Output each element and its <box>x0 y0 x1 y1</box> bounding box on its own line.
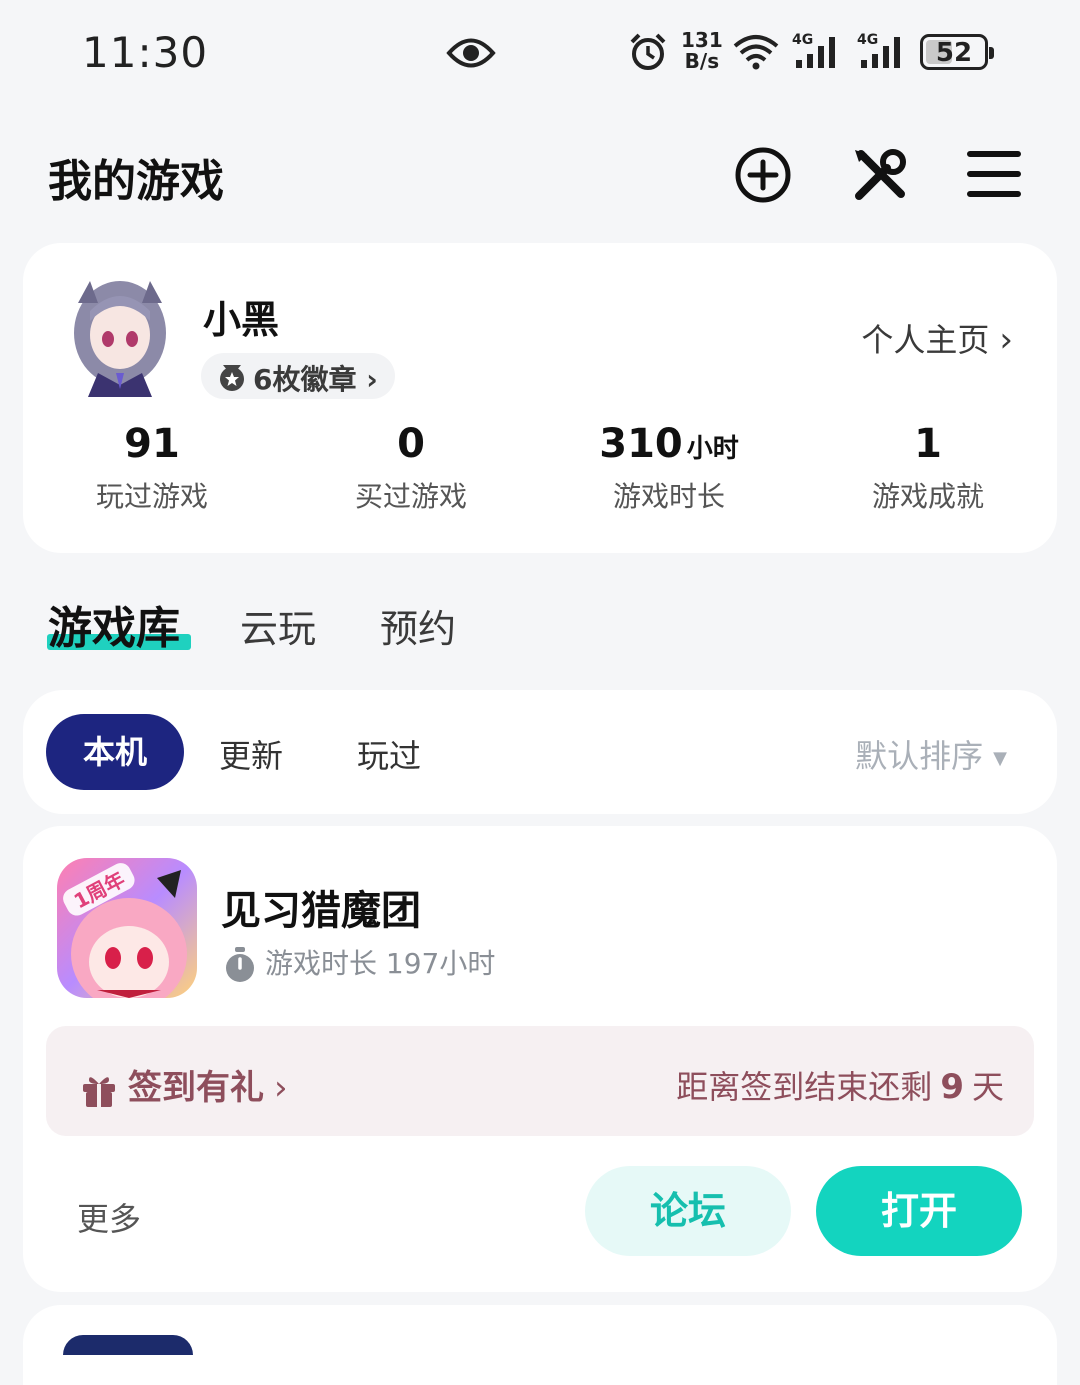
page-title: 我的游戏 <box>48 156 224 207</box>
tools-icon <box>855 149 906 200</box>
stat-purchased[interactable]: 0 买过游戏 <box>291 421 531 515</box>
filter-played[interactable]: 玩过 <box>357 731 421 777</box>
filter-updates[interactable]: 更新 <box>219 731 283 777</box>
tab-reservations[interactable]: 预约 <box>380 598 456 653</box>
medal-icon <box>220 365 244 391</box>
game-icon[interactable]: 1周年 <box>57 858 197 998</box>
signal-2-icon: 4G <box>857 32 909 76</box>
menu-button[interactable] <box>966 148 1022 204</box>
tab-cloud-play[interactable]: 云玩 <box>240 598 316 653</box>
game-title: 见习猎魔团 <box>221 888 421 934</box>
status-time: 11:30 <box>82 28 209 77</box>
filter-local[interactable]: 本机 <box>46 714 184 790</box>
stat-played[interactable]: 91 玩过游戏 <box>32 421 272 515</box>
profile-card: 小黑 6枚徽章 › 个人主页 › 91 玩过游戏 0 买过游戏 310 小时 游戏时… <box>23 243 1057 553</box>
checkin-banner[interactable]: 签到有礼 › 距离签到结束还剩 9 天 <box>46 1026 1034 1136</box>
game-playtime: 游戏时长 197小时 <box>223 942 495 984</box>
username: 小黑 <box>203 298 280 342</box>
chevron-right-icon: › <box>999 320 1013 360</box>
battery-indicator: 52 <box>920 34 994 70</box>
game-card: 1周年 见习猎魔团 游戏时长 197小时 签到有礼 › 距离签到结束还剩 9 天 更多… <box>23 826 1057 1292</box>
next-game-icon[interactable] <box>63 1335 193 1355</box>
more-button[interactable]: 更多 <box>77 1194 141 1240</box>
hamburger-menu-icon <box>967 151 1021 197</box>
profile-homepage-link[interactable]: 个人主页 › <box>861 315 1013 361</box>
stopwatch-icon <box>226 947 254 982</box>
gift-icon <box>83 1076 115 1107</box>
checkin-label: 签到有礼 › <box>80 1060 288 1109</box>
forum-button[interactable]: 论坛 <box>585 1166 791 1256</box>
wifi-icon <box>732 32 780 76</box>
badges-label: 6枚徽章 › <box>253 363 378 396</box>
avatar[interactable] <box>68 273 172 397</box>
next-game-card <box>23 1305 1057 1385</box>
alarm-icon <box>628 32 668 76</box>
badges-button[interactable]: 6枚徽章 › <box>201 353 395 399</box>
filter-bar: 本机 更新 玩过 默认排序 ▼ <box>23 690 1057 814</box>
add-game-button[interactable] <box>734 146 792 208</box>
plus-circle-icon <box>735 147 791 203</box>
signal-1-icon: 4G <box>792 32 844 76</box>
tab-library[interactable]: 游戏库 <box>48 592 180 656</box>
eye-icon <box>446 34 496 76</box>
network-speed: 131 B/s <box>681 28 723 73</box>
caret-down-icon: ▼ <box>993 747 1007 769</box>
stat-achievements[interactable]: 1 游戏成就 <box>808 421 1048 515</box>
stat-playtime[interactable]: 310 小时 游戏时长 <box>549 421 789 515</box>
open-game-button[interactable]: 打开 <box>816 1166 1022 1256</box>
sort-dropdown[interactable]: 默认排序 ▼ <box>855 731 1007 777</box>
tools-button[interactable] <box>851 146 909 208</box>
checkin-remaining: 距离签到结束还剩 9 天 <box>676 1067 1004 1107</box>
chevron-right-icon: › <box>274 1068 288 1108</box>
